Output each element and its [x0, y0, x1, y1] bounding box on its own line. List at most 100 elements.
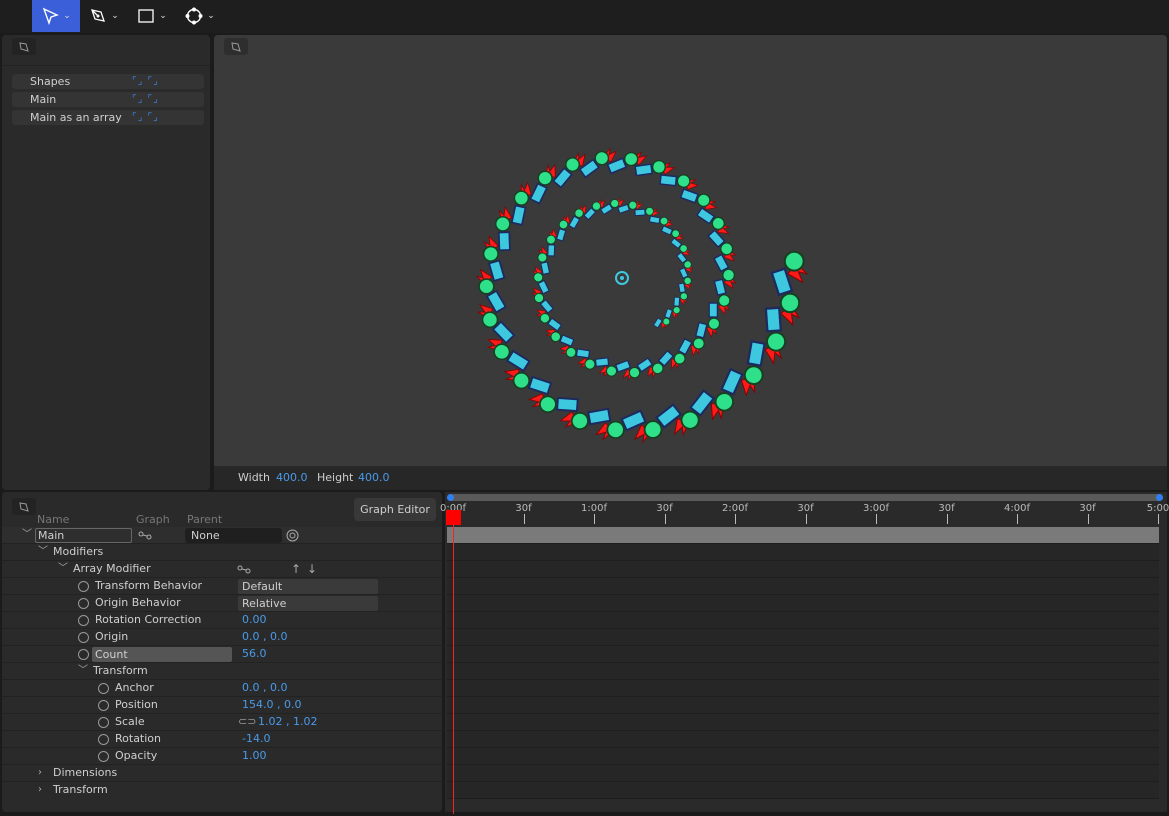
- property-value[interactable]: -14.0: [242, 731, 270, 747]
- transform-property-row[interactable]: Scale ⊂⊃ 1.02 , 1.02: [2, 714, 442, 731]
- timeline-track[interactable]: [447, 731, 1159, 748]
- timeline-track[interactable]: [447, 595, 1159, 612]
- link-icon[interactable]: ⊂⊃: [238, 714, 256, 730]
- property-value[interactable]: 154.0 , 0.0: [242, 697, 301, 713]
- property-label: Position: [115, 698, 158, 711]
- stopwatch-icon[interactable]: [98, 683, 109, 694]
- stopwatch-icon[interactable]: [98, 751, 109, 762]
- spiral-parent-icon[interactable]: [286, 529, 299, 542]
- time-tick: [1017, 514, 1018, 524]
- transform-property-row[interactable]: Anchor 0.0 , 0.0: [2, 680, 442, 697]
- property-row[interactable]: Origin 0.0 , 0.0: [2, 629, 442, 646]
- transform-property-row[interactable]: Position 154.0 , 0.0: [2, 697, 442, 714]
- property-row[interactable]: Count 56.0: [2, 646, 442, 663]
- time-tick-label: 5:00: [1146, 503, 1169, 514]
- select-tool-button[interactable]: ⌄: [32, 0, 80, 32]
- property-value[interactable]: 0.0 , 0.0: [242, 629, 287, 645]
- rectangle-tool-button[interactable]: ⌄: [128, 0, 176, 32]
- chevron-right-icon[interactable]: ›: [38, 765, 42, 781]
- stopwatch-icon[interactable]: [78, 615, 89, 626]
- shape-item-main[interactable]: Main ⌜⌟ ⌜⌟: [12, 92, 204, 107]
- graph-link-icon[interactable]: [138, 531, 152, 540]
- timeline-track[interactable]: [447, 578, 1159, 595]
- time-tick: [735, 514, 736, 524]
- timeline-range-scrollbar[interactable]: [447, 494, 1163, 501]
- timeline-track[interactable]: [447, 680, 1159, 697]
- move-down-icon[interactable]: ↓: [307, 561, 317, 577]
- property-value[interactable]: 0.0 , 0.0: [242, 680, 287, 696]
- timeline-track[interactable]: [447, 697, 1159, 714]
- array-copy: [476, 289, 507, 329]
- property-value[interactable]: 56.0: [242, 646, 267, 662]
- artwork-canvas[interactable]: [214, 35, 1167, 466]
- range-start-handle[interactable]: [447, 494, 454, 501]
- transform-property-row[interactable]: Rotation -14.0: [2, 731, 442, 748]
- stopwatch-icon[interactable]: [98, 734, 109, 745]
- move-up-icon[interactable]: ↑: [291, 561, 301, 577]
- chevron-down-icon[interactable]: ﹀: [58, 561, 68, 577]
- layer-row-main[interactable]: ﹀ Main None: [2, 527, 442, 544]
- dimensions-group[interactable]: › Dimensions: [2, 765, 442, 782]
- width-value[interactable]: 400.0: [276, 471, 308, 484]
- rect-shape: [497, 231, 511, 252]
- range-end-handle[interactable]: [1156, 494, 1163, 501]
- ellipse-tool-button[interactable]: ⌄: [176, 0, 224, 32]
- chevron-down-icon[interactable]: ﹀: [78, 663, 88, 679]
- shape-item-label: Shapes: [30, 75, 71, 88]
- timeline-track[interactable]: [447, 629, 1159, 646]
- array-modifier-group[interactable]: ﹀ Array Modifier ↑ ↓: [2, 561, 442, 578]
- stopwatch-icon[interactable]: [98, 717, 109, 728]
- rect-shape: [694, 321, 708, 339]
- modifiers-label: Modifiers: [53, 545, 104, 558]
- property-dropdown[interactable]: Default: [238, 579, 378, 594]
- rect-shape: [540, 261, 551, 275]
- shape-item-main-array[interactable]: Main as an array ⌜⌟ ⌜⌟: [12, 110, 204, 125]
- property-row[interactable]: Origin Behavior Relative: [2, 595, 442, 612]
- parent-select[interactable]: None: [185, 528, 282, 543]
- timeline-track[interactable]: [447, 646, 1159, 663]
- timeline-track[interactable]: [447, 612, 1159, 629]
- timeline-track[interactable]: [447, 663, 1159, 680]
- property-row[interactable]: Transform Behavior Default: [2, 578, 442, 595]
- property-row[interactable]: Rotation Correction 0.00: [2, 612, 442, 629]
- array-copy: [587, 407, 625, 441]
- stopwatch-icon[interactable]: [98, 700, 109, 711]
- graph-link-icon[interactable]: [237, 565, 251, 574]
- property-value[interactable]: 1.00: [242, 748, 267, 764]
- chevron-down-icon: ⌄: [111, 11, 119, 21]
- playhead-handle[interactable]: [446, 510, 461, 525]
- timeline-track[interactable]: [447, 561, 1159, 578]
- modifiers-group[interactable]: ﹀ Modifiers: [2, 544, 442, 561]
- layer-name-input[interactable]: Main: [35, 528, 132, 543]
- timeline-track[interactable]: [447, 714, 1159, 731]
- stopwatch-icon[interactable]: [78, 581, 89, 592]
- timeline-track[interactable]: [447, 782, 1159, 799]
- layer-track-bar[interactable]: [447, 527, 1159, 544]
- transform-group-collapsed[interactable]: › Transform: [2, 782, 442, 799]
- property-value[interactable]: 0.00: [242, 612, 267, 628]
- timeline-track[interactable]: [447, 544, 1159, 561]
- property-value[interactable]: 1.02 , 1.02: [258, 714, 317, 730]
- height-value[interactable]: 400.0: [358, 471, 390, 484]
- chevron-down-icon: ⌄: [207, 11, 215, 21]
- array-copy: [678, 260, 694, 279]
- chevron-right-icon[interactable]: ›: [38, 782, 42, 798]
- timeline-track[interactable]: [447, 765, 1159, 782]
- transform-group[interactable]: ﹀ Transform: [2, 663, 442, 680]
- stopwatch-icon[interactable]: [78, 649, 89, 660]
- chevron-down-icon[interactable]: ﹀: [22, 527, 32, 543]
- stopwatch-icon[interactable]: [78, 632, 89, 643]
- timeline-track[interactable]: [447, 748, 1159, 765]
- property-dropdown[interactable]: Relative: [238, 596, 378, 611]
- circle-shape: [610, 198, 620, 209]
- graph-editor-button[interactable]: Graph Editor: [354, 498, 436, 521]
- array-copy: [770, 250, 809, 297]
- canvas-status-bar: Width 400.0 Height 400.0: [214, 466, 1167, 490]
- stopwatch-icon[interactable]: [78, 598, 89, 609]
- transform-property-row[interactable]: Opacity 1.00: [2, 748, 442, 765]
- pen-tool-button[interactable]: ⌄: [80, 0, 128, 32]
- shape-item-shapes[interactable]: Shapes ⌜⌟ ⌜⌟: [12, 74, 204, 89]
- array-copy: [764, 292, 801, 333]
- canvas-panel: Width 400.0 Height 400.0: [214, 35, 1167, 490]
- chevron-down-icon[interactable]: ﹀: [38, 544, 48, 560]
